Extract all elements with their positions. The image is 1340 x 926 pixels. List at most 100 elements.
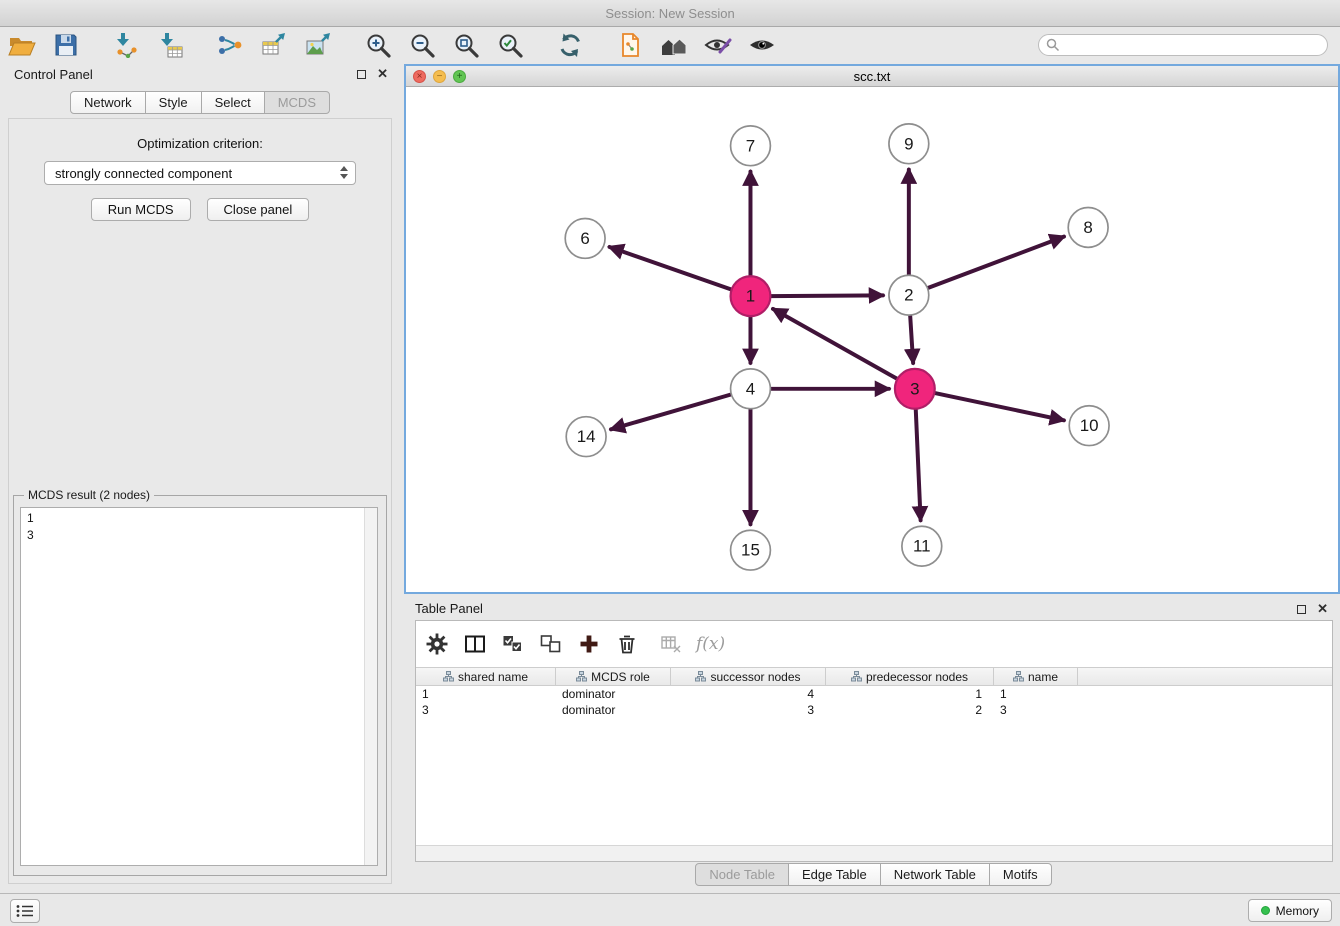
node-label-6: 6 (580, 229, 589, 248)
table-cell[interactable]: 1 (994, 686, 1078, 702)
close-panel-button[interactable]: Close panel (207, 198, 310, 221)
edge-2-3[interactable] (910, 315, 913, 363)
table-tab-edge-table[interactable]: Edge Table (788, 863, 881, 886)
zoom-out-button[interactable] (405, 30, 439, 60)
table-row: 3dominator323 (416, 702, 1332, 718)
homes-icon (660, 32, 688, 58)
import-network-button[interactable] (109, 30, 143, 60)
edge-1-2[interactable] (770, 295, 883, 296)
memory-button[interactable]: Memory (1248, 899, 1332, 922)
window-title: Session: New Session (605, 6, 734, 21)
column-edit-icon (851, 671, 862, 682)
network-window-title: scc.txt (854, 69, 891, 84)
open-session-button[interactable] (5, 30, 39, 60)
table-panel-close-button[interactable]: ✕ (1317, 604, 1328, 614)
table-panel-tabs: Node TableEdge TableNetwork TableMotifs (407, 862, 1340, 886)
table-panel-float-button[interactable] (1297, 605, 1306, 614)
plus-icon (578, 633, 600, 655)
edge-3-10[interactable] (934, 393, 1063, 420)
control-panel-float-button[interactable] (357, 70, 366, 79)
table-cell[interactable]: 1 (416, 686, 556, 702)
edge-3-1[interactable] (773, 309, 898, 379)
column-header-MCDS-role[interactable]: MCDS role (556, 668, 671, 685)
zoom-selected-icon (497, 32, 524, 59)
zoom-fit-button[interactable] (449, 30, 483, 60)
table-cell[interactable]: 3 (671, 702, 826, 718)
tab-mcds[interactable]: MCDS (264, 91, 330, 114)
table-cell[interactable]: dominator (556, 702, 671, 718)
column-header-shared-name[interactable]: shared name (416, 668, 556, 685)
memory-label: Memory (1276, 904, 1319, 918)
tab-style[interactable]: Style (145, 91, 202, 114)
table-cell[interactable]: 1 (826, 686, 994, 702)
show-columns-button[interactable] (462, 631, 488, 657)
table-cell[interactable]: dominator (556, 686, 671, 702)
table-rows: 1dominator4113dominator323 (416, 686, 1332, 718)
window-minimize-button[interactable]: − (433, 70, 446, 83)
mcds-result-box[interactable]: 1 3 (20, 507, 378, 866)
network-icon (216, 32, 244, 58)
zoom-out-icon (409, 32, 436, 59)
export-image-button[interactable] (301, 30, 335, 60)
panel-list-button[interactable] (10, 899, 40, 923)
column-edit-icon (695, 671, 706, 682)
column-header-successor-nodes[interactable]: successor nodes (671, 668, 826, 685)
node-label-10: 10 (1080, 416, 1099, 435)
columns-icon (464, 633, 486, 655)
add-column-button[interactable] (576, 631, 602, 657)
table-horizontal-scrollbar[interactable] (416, 845, 1332, 861)
select-all-button[interactable] (500, 631, 526, 657)
import-table-button[interactable] (153, 30, 187, 60)
save-icon (53, 32, 79, 58)
search-input[interactable] (1038, 34, 1328, 56)
window-titlebar: Session: New Session (0, 0, 1340, 27)
trash-icon (616, 633, 638, 655)
show-details-button[interactable] (745, 30, 779, 60)
new-network-button[interactable] (213, 30, 247, 60)
column-header-filler (1078, 668, 1332, 685)
table-tab-node-table[interactable]: Node Table (695, 863, 789, 886)
table-settings-button[interactable] (424, 631, 450, 657)
hide-details-button[interactable] (701, 30, 735, 60)
unselect-all-button[interactable] (538, 631, 564, 657)
run-mcds-button[interactable]: Run MCDS (91, 198, 191, 221)
edge-1-6[interactable] (610, 247, 732, 290)
tab-network[interactable]: Network (70, 91, 146, 114)
copy-network-button[interactable] (613, 30, 647, 60)
refresh-layout-button[interactable] (553, 30, 587, 60)
network-graph[interactable]: 7968124314101511 (406, 87, 1338, 592)
node-label-1: 1 (746, 287, 755, 306)
node-label-2: 2 (904, 286, 913, 305)
delete-column-button[interactable] (614, 631, 640, 657)
tab-select[interactable]: Select (201, 91, 265, 114)
table-tab-motifs[interactable]: Motifs (989, 863, 1052, 886)
control-panel-title: Control Panel (14, 67, 93, 82)
table-tab-network-table[interactable]: Network Table (880, 863, 990, 886)
column-header-name[interactable]: name (994, 668, 1078, 685)
optimization-criterion-select[interactable]: strongly connected component (44, 161, 356, 185)
column-edit-icon (443, 671, 454, 682)
window-zoom-button[interactable]: + (453, 70, 466, 83)
column-header-predecessor-nodes[interactable]: predecessor nodes (826, 668, 994, 685)
edge-4-14[interactable] (611, 394, 731, 429)
function-builder-button: f(x) (696, 634, 725, 654)
mcds-result-text: 1 3 (21, 508, 377, 546)
table-cell[interactable]: 3 (994, 702, 1078, 718)
window-close-button[interactable]: × (413, 70, 426, 83)
table-cell[interactable]: 2 (826, 702, 994, 718)
edge-3-11[interactable] (916, 409, 921, 521)
table-cell[interactable]: 3 (416, 702, 556, 718)
edge-2-8[interactable] (927, 237, 1063, 288)
zoom-in-button[interactable] (361, 30, 395, 60)
network-analyzer-button[interactable] (657, 30, 691, 60)
control-panel-close-button[interactable]: ✕ (377, 69, 388, 79)
save-session-button[interactable] (49, 30, 83, 60)
import-network-icon (112, 32, 140, 58)
zoom-selected-button[interactable] (493, 30, 527, 60)
export-table-button[interactable] (257, 30, 291, 60)
table-cell[interactable]: 4 (671, 686, 826, 702)
optimization-criterion-label: Optimization criterion: (9, 136, 391, 151)
node-label-11: 11 (913, 537, 931, 556)
result-scrollbar[interactable] (364, 508, 377, 865)
network-canvas[interactable]: 7968124314101511 (406, 87, 1338, 592)
